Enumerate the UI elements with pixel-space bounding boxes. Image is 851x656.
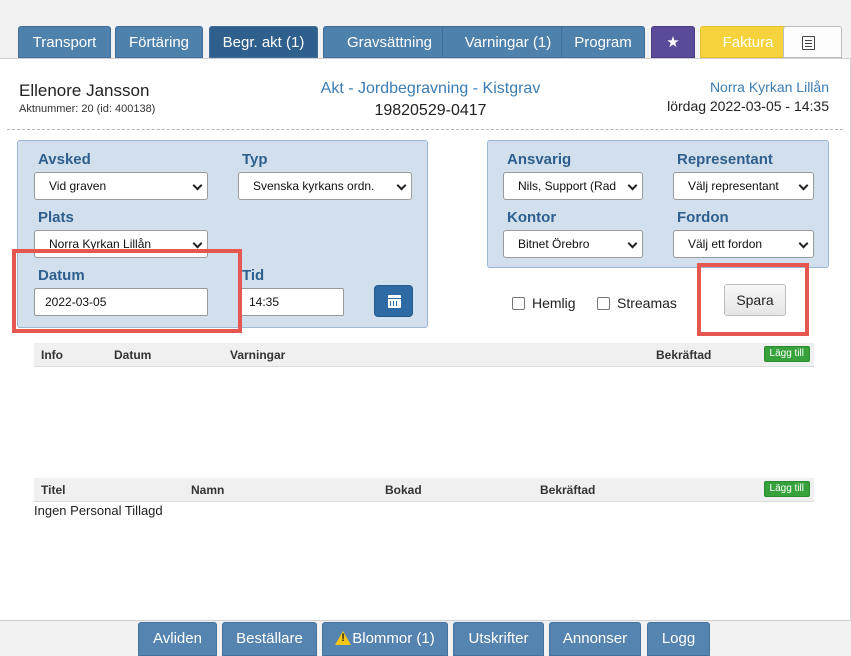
main-panel: Ellenore Jansson Aktnummer: 20 (id: 4001…: [0, 58, 851, 621]
highlight-datum: [12, 249, 242, 333]
star-icon: ★: [666, 34, 680, 51]
add-staff-button[interactable]: Lägg till: [763, 481, 810, 497]
tid-label: Tid: [242, 267, 265, 284]
utskrifter-button[interactable]: Utskrifter: [453, 622, 544, 656]
staff-form: Ansvarig Nils, Support (Rad Representant…: [487, 140, 829, 268]
column-header: Titel: [41, 483, 66, 497]
kontor-select[interactable]: Bitnet Örebro: [503, 230, 643, 258]
column-header: Bekräftad: [656, 348, 712, 362]
tab-transport[interactable]: Transport: [18, 26, 111, 58]
plats-label: Plats: [38, 209, 74, 226]
document-icon: [802, 36, 815, 50]
add-warning-button[interactable]: Lägg till: [763, 346, 810, 362]
typ-label: Typ: [242, 151, 268, 168]
annonser-button[interactable]: Annonser: [549, 622, 641, 656]
chevron-down-icon: [798, 238, 809, 249]
streamas-checkbox[interactable]: [597, 297, 610, 310]
chevron-down-icon: [192, 180, 203, 191]
tab-favorite[interactable]: ★: [651, 26, 695, 58]
divider: [7, 129, 843, 130]
tab-varningar[interactable]: Varningar (1): [442, 26, 574, 58]
bestallare-button[interactable]: Beställare: [222, 622, 317, 656]
ansvarig-label: Ansvarig: [507, 151, 572, 168]
column-header: Info: [41, 348, 63, 362]
column-header: Bekräftad: [540, 483, 596, 497]
hemlig-checkbox[interactable]: [512, 297, 525, 310]
tab-fortaring[interactable]: Förtäring: [115, 26, 203, 58]
tid-input[interactable]: 14:35: [238, 288, 344, 316]
chevron-down-icon: [627, 238, 638, 249]
representant-select[interactable]: Välj representant: [673, 172, 814, 200]
fordon-label: Fordon: [677, 209, 729, 226]
ceremony-datetime: lördag 2022-03-05 - 14:35: [667, 98, 829, 114]
ansvarig-select[interactable]: Nils, Support (Rad: [503, 172, 643, 200]
fordon-select[interactable]: Välj ett fordon: [673, 230, 814, 258]
tab-document[interactable]: [783, 26, 842, 58]
logg-button[interactable]: Logg: [647, 622, 710, 656]
column-header: Varningar: [230, 348, 286, 362]
calendar-icon: [388, 295, 401, 308]
streamas-label: Streamas: [617, 295, 677, 311]
blommor-label: Blommor (1): [352, 630, 435, 647]
fordon-value: Välj ett fordon: [688, 237, 763, 251]
staff-empty-message: Ingen Personal Tillagd: [34, 503, 163, 518]
column-header: Datum: [114, 348, 152, 362]
column-header: Namn: [191, 483, 225, 497]
avsked-value: Vid graven: [49, 179, 107, 193]
highlight-save: [697, 263, 809, 336]
tab-faktura[interactable]: Faktura: [700, 26, 796, 58]
representant-label: Representant: [677, 151, 773, 168]
tab-begr-akt[interactable]: Begr. akt (1): [209, 26, 318, 58]
chevron-down-icon: [627, 180, 638, 191]
warning-icon: [335, 631, 352, 645]
ansvarig-value: Nils, Support (Rad: [518, 179, 617, 193]
calendar-button[interactable]: [374, 285, 413, 317]
avsked-label: Avsked: [38, 151, 91, 168]
kontor-label: Kontor: [507, 209, 557, 226]
typ-value: Svenska kyrkans ordn.: [253, 179, 375, 193]
chevron-down-icon: [192, 238, 203, 249]
ceremony-place-link[interactable]: Norra Kyrkan Lillån: [710, 79, 829, 95]
tab-program[interactable]: Program: [561, 26, 645, 58]
representant-value: Välj representant: [688, 179, 779, 193]
avsked-select[interactable]: Vid graven: [34, 172, 208, 200]
blommor-button[interactable]: Blommor (1): [322, 622, 448, 656]
hemlig-label: Hemlig: [532, 295, 576, 311]
avliden-button[interactable]: Avliden: [138, 622, 217, 656]
tab-gravsattning[interactable]: Gravsättning: [323, 26, 456, 58]
chevron-down-icon: [798, 180, 809, 191]
chevron-down-icon: [396, 180, 407, 191]
typ-select[interactable]: Svenska kyrkans ordn.: [238, 172, 412, 200]
kontor-value: Bitnet Örebro: [518, 237, 590, 251]
staff-table-header: Titel Namn Bokad Bekräftad Lägg till: [34, 478, 814, 502]
column-header: Bokad: [385, 483, 422, 497]
warnings-table-header: Info Datum Varningar Bekräftad Lägg till: [34, 343, 814, 367]
